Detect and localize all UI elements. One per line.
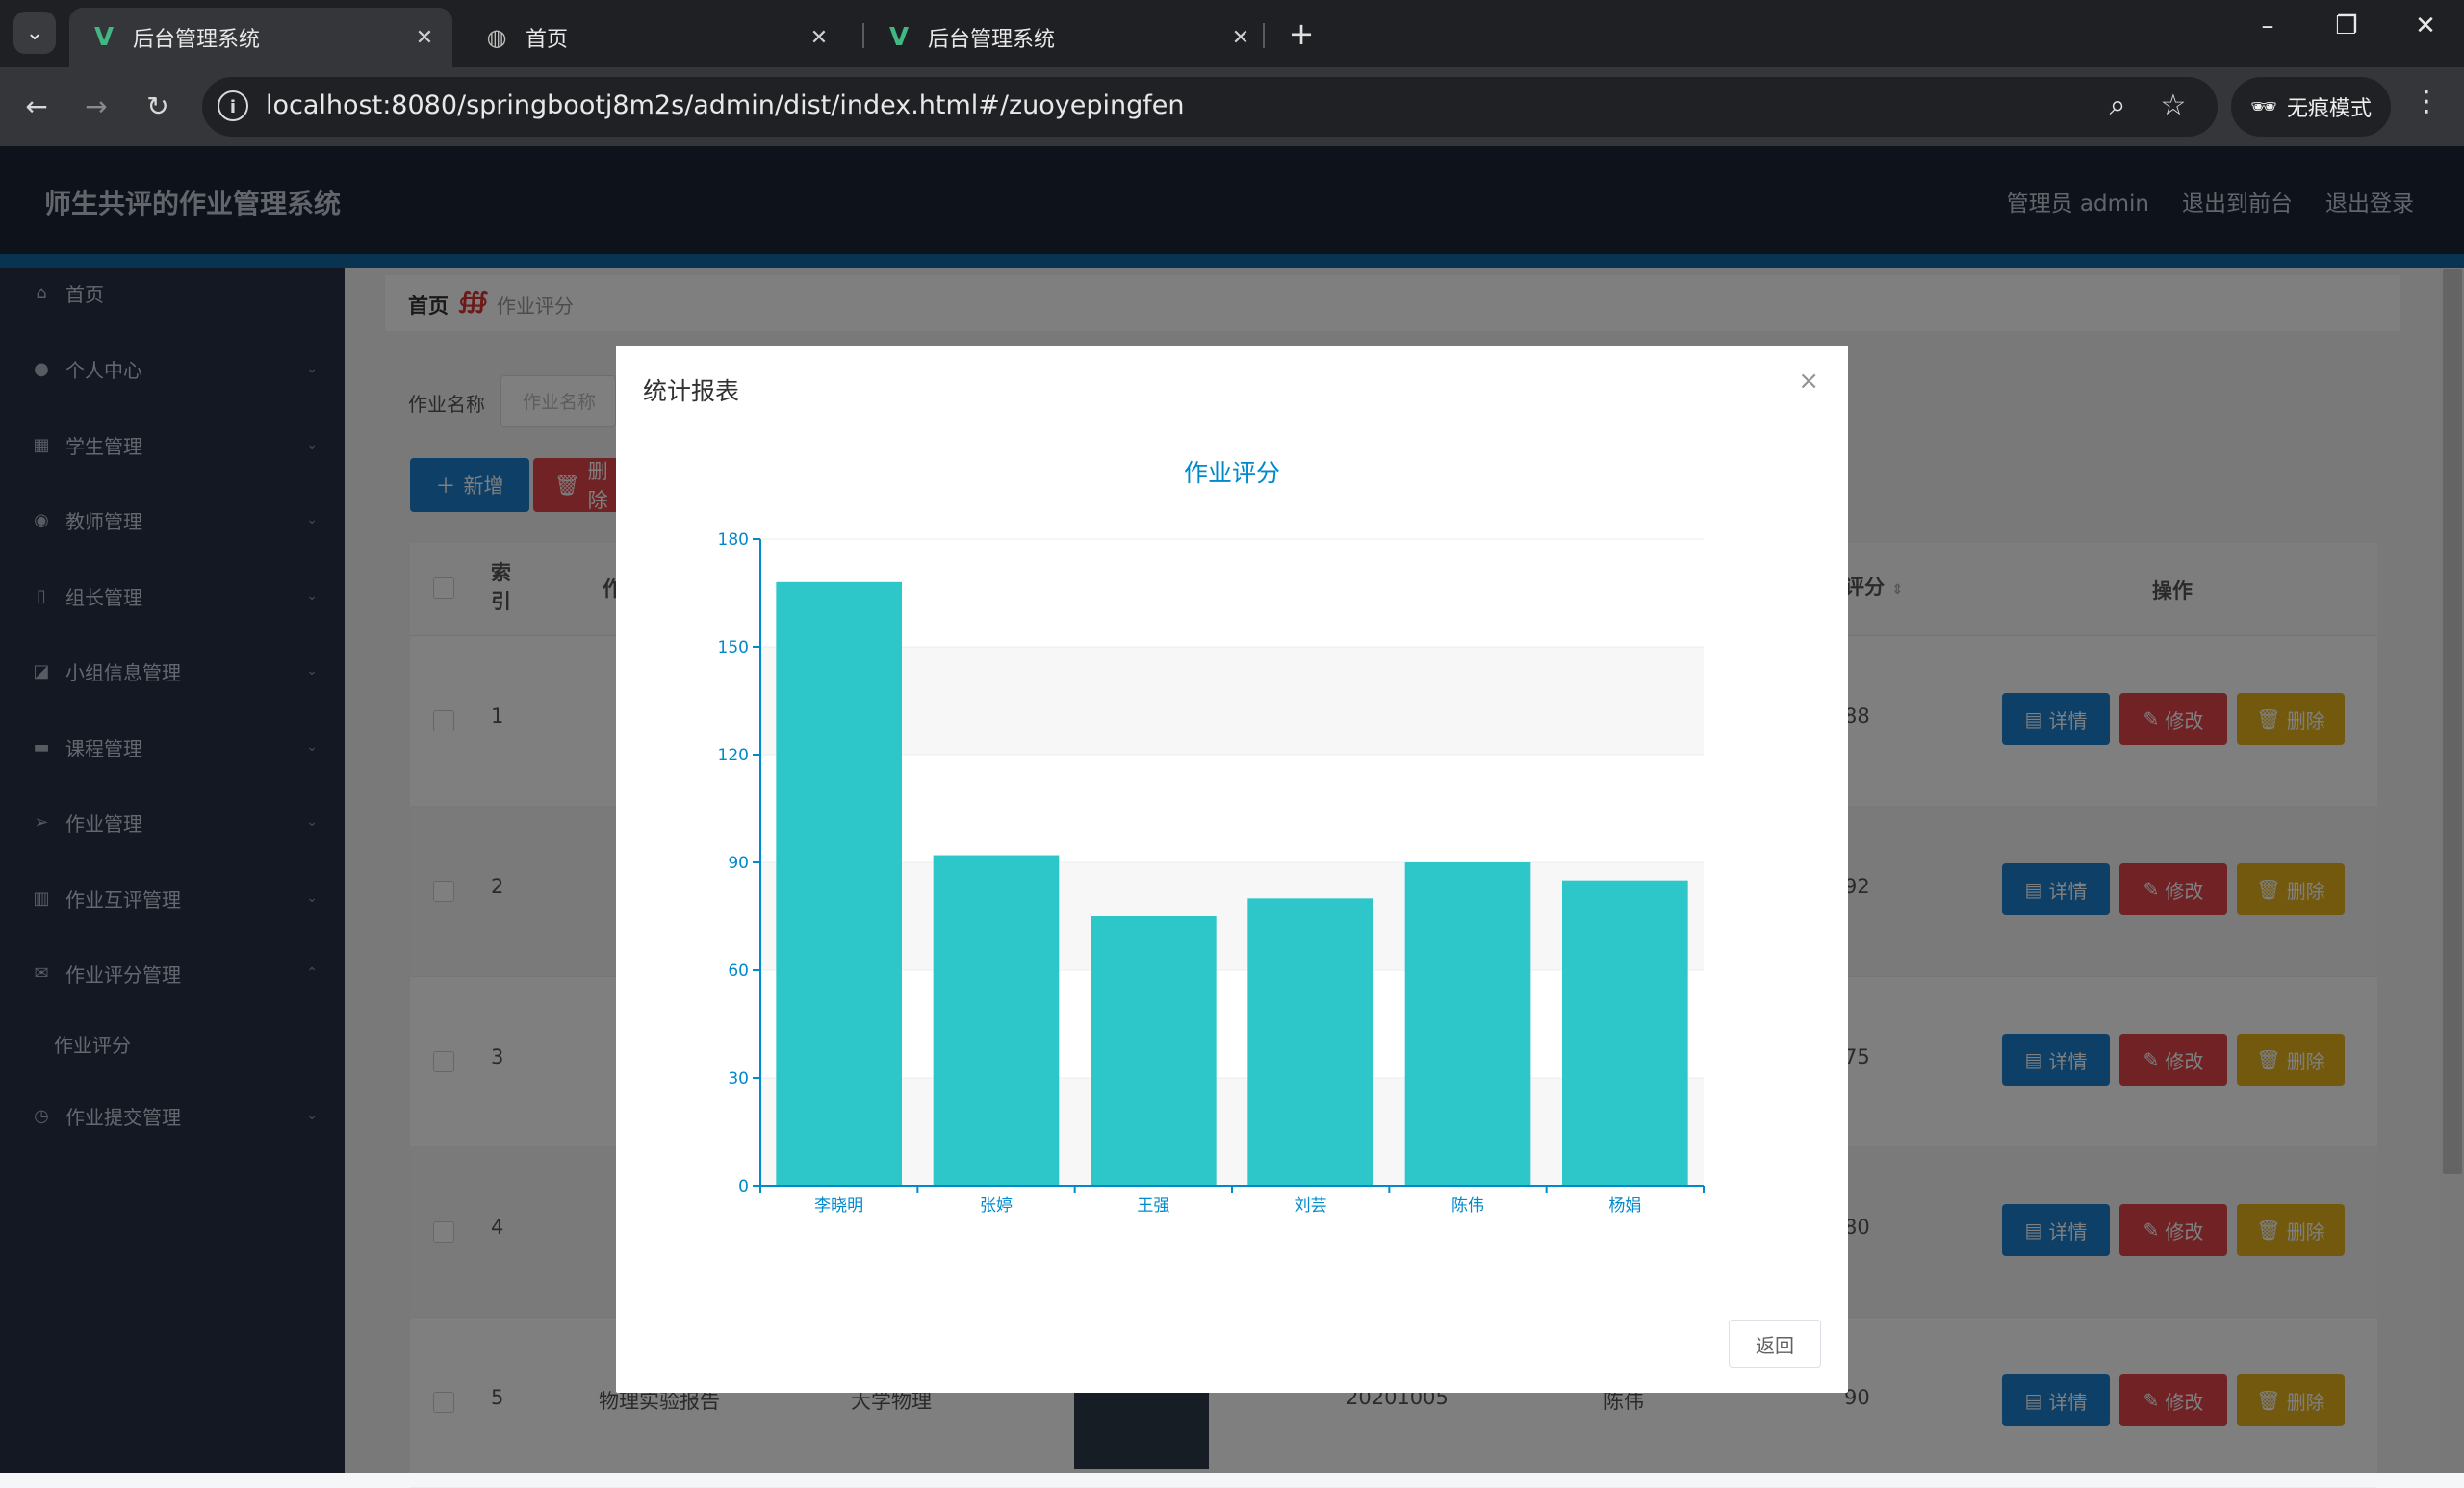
y-tick-label: 60	[728, 962, 749, 981]
restore-button[interactable]: ❐	[2327, 12, 2366, 40]
vue-icon: V	[888, 23, 910, 52]
y-tick-label: 150	[718, 638, 749, 657]
y-tick-label: 90	[728, 854, 749, 873]
tab-title: 后台管理系统	[928, 28, 1056, 52]
new-tab-button[interactable]: +	[1282, 15, 1321, 52]
bar-刘芸	[1247, 898, 1373, 1186]
chart-title: 作业评分	[1184, 459, 1280, 487]
bar-张婷	[933, 855, 1060, 1186]
x-tick-label: 陈伟	[1451, 1196, 1484, 1216]
bar-chart: 作业评分 0 30 60 90 120 150 180 李晓明 张婷 王强 刘芸 陈伟 杨娟	[718, 459, 1705, 1216]
y-tick-label: 180	[718, 530, 749, 550]
tab-search-button[interactable]: ⌄	[13, 12, 56, 54]
zoom-icon[interactable]: ⌕	[2098, 89, 2137, 122]
back-button[interactable]: 返回	[1729, 1320, 1821, 1368]
x-tick-label: 王强	[1137, 1196, 1169, 1216]
browser-menu-button[interactable]: ⋮	[2412, 85, 2441, 118]
close-icon[interactable]: ✕	[805, 26, 834, 50]
window-close-button[interactable]: ✕	[2406, 12, 2445, 40]
tab-separator	[1263, 23, 1265, 48]
close-icon[interactable]: ✕	[1226, 26, 1255, 50]
browser-tab-active[interactable]: V 后台管理系统 ✕	[69, 8, 452, 67]
tab-title: 后台管理系统	[133, 28, 261, 52]
browser-tab-admin[interactable]: V 后台管理系统 ✕	[864, 8, 1269, 67]
tab-title: 首页	[526, 28, 569, 52]
y-tick-label: 30	[728, 1069, 749, 1089]
forward-button[interactable]: →	[75, 85, 117, 127]
y-tick-label: 0	[738, 1177, 749, 1196]
incognito-label: 无痕模式	[2286, 97, 2372, 121]
address-bar[interactable]: i localhost:8080/springbootj8m2s/admin/d…	[202, 77, 2218, 137]
globe-icon: ◍	[486, 24, 507, 51]
x-tick-label: 张婷	[980, 1196, 1013, 1216]
close-icon[interactable]: ✕	[410, 26, 439, 50]
incognito-indicator[interactable]: 🕶 无痕模式	[2231, 77, 2391, 137]
x-tick-label: 刘芸	[1295, 1196, 1327, 1216]
url-text[interactable]: localhost:8080/springbootj8m2s/admin/dis…	[266, 90, 1185, 120]
stats-report-dialog: 统计报表 × 作业评分 0 30 60 90 120 150 180 李晓明 张婷 王强 刘芸 陈伟 杨…	[616, 346, 1848, 1393]
vue-icon: V	[93, 23, 115, 52]
reload-button[interactable]: ↻	[137, 85, 179, 127]
y-tick-label: 120	[718, 746, 749, 765]
bar-李晓明	[776, 581, 902, 1186]
minimize-button[interactable]: –	[2248, 12, 2287, 40]
bar-杨娟	[1562, 880, 1688, 1186]
back-button[interactable]: ←	[15, 85, 58, 127]
bookmark-star-icon[interactable]: ☆	[2154, 89, 2193, 122]
bar-陈伟	[1404, 862, 1531, 1186]
x-tick-label: 杨娟	[1608, 1196, 1641, 1216]
dialog-title: 统计报表	[643, 377, 740, 405]
close-icon[interactable]: ×	[1798, 367, 1819, 396]
x-tick-label: 李晓明	[814, 1196, 863, 1216]
browser-tab-home[interactable]: ◍ 首页 ✕	[462, 8, 847, 67]
incognito-icon: 🕶	[2250, 94, 2277, 119]
chevron-down-icon: ⌄	[25, 20, 44, 45]
bar-王强	[1091, 916, 1217, 1186]
site-info-icon[interactable]: i	[218, 90, 248, 121]
